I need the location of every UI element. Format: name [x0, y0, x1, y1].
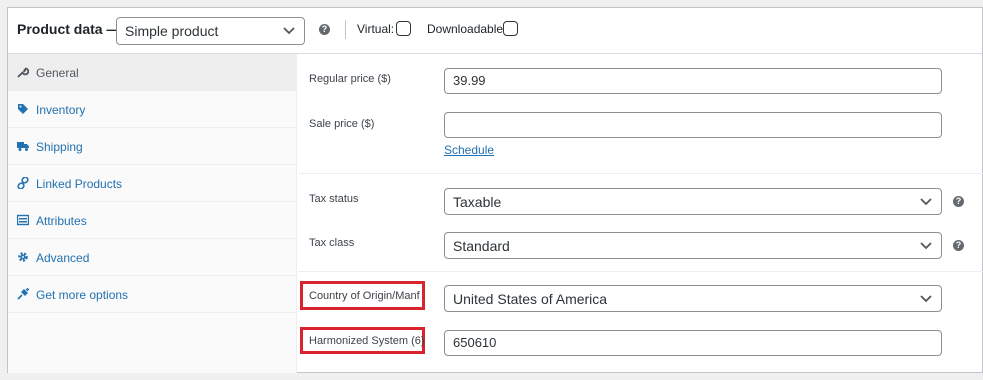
tax-class-label: Tax class [309, 237, 355, 249]
link-icon [17, 177, 29, 189]
regular-price-input[interactable]: 39.99 [444, 68, 942, 94]
product-data-tabs: General Inventory Shipping Linked Produc… [8, 54, 297, 373]
downloadable-label: Downloadable: [427, 22, 507, 36]
product-data-panel: Product data — Simple product ? Virtual:… [7, 7, 983, 373]
chevron-down-icon [920, 241, 932, 249]
tab-get-more-options[interactable]: Get more options [8, 276, 297, 313]
product-type-select[interactable]: Simple product [116, 17, 305, 45]
help-icon[interactable]: ? [319, 24, 330, 35]
tab-attributes-label: Attributes [36, 214, 87, 228]
gear-icon [18, 252, 28, 262]
plugin-icon [17, 288, 29, 300]
harmonized-system-input[interactable]: 650610 [444, 330, 942, 356]
help-icon[interactable]: ? [953, 240, 964, 251]
virtual-label: Virtual: [357, 22, 395, 36]
tab-advanced[interactable]: Advanced [8, 239, 297, 276]
tab-get-more-options-label: Get more options [36, 288, 129, 302]
truck-icon [17, 142, 29, 151]
product-type-value: Simple product [125, 23, 219, 39]
product-data-title: Product data — [17, 21, 121, 37]
tag-icon [18, 104, 28, 114]
chevron-down-icon [920, 294, 932, 302]
chevron-down-icon [283, 27, 295, 35]
tab-inventory-label: Inventory [36, 103, 86, 117]
regular-price-label: Regular price ($) [309, 73, 391, 85]
country-of-origin-label: Country of Origin/Manf [309, 290, 420, 302]
tax-class-value: Standard [453, 237, 510, 254]
schedule-link[interactable]: Schedule [444, 143, 494, 157]
section-divider [298, 271, 983, 272]
downloadable-checkbox[interactable] [503, 21, 518, 36]
tab-inventory[interactable]: Inventory [8, 91, 297, 128]
table-icon [17, 214, 29, 226]
country-of-origin-select[interactable]: United States of America [444, 285, 942, 312]
virtual-checkbox[interactable] [396, 21, 411, 36]
header-divider [345, 20, 346, 39]
tax-status-label: Tax status [309, 193, 359, 205]
sale-price-input[interactable] [444, 112, 942, 138]
section-divider [298, 173, 983, 174]
help-icon[interactable]: ? [953, 196, 964, 207]
sale-price-label: Sale price ($) [309, 118, 375, 130]
tab-linked-products[interactable]: Linked Products [8, 165, 297, 202]
tab-attributes[interactable]: Attributes [8, 202, 297, 239]
tab-shipping-label: Shipping [36, 140, 83, 154]
wrench-icon [17, 67, 29, 78]
country-of-origin-value: United States of America [453, 290, 608, 307]
product-data-header: Product data — Simple product ? Virtual:… [8, 8, 982, 54]
tax-status-select[interactable]: Taxable [444, 188, 942, 215]
tab-shipping[interactable]: Shipping [8, 128, 297, 165]
tax-status-value: Taxable [453, 193, 502, 210]
harmonized-system-label: Harmonized System (6) [309, 335, 425, 347]
tab-general-label: General [36, 66, 79, 80]
tax-class-select[interactable]: Standard [444, 232, 942, 259]
tab-general[interactable]: General [8, 54, 297, 91]
tab-linked-products-label: Linked Products [36, 177, 123, 191]
chevron-down-icon [920, 197, 932, 205]
tab-advanced-label: Advanced [36, 251, 90, 265]
